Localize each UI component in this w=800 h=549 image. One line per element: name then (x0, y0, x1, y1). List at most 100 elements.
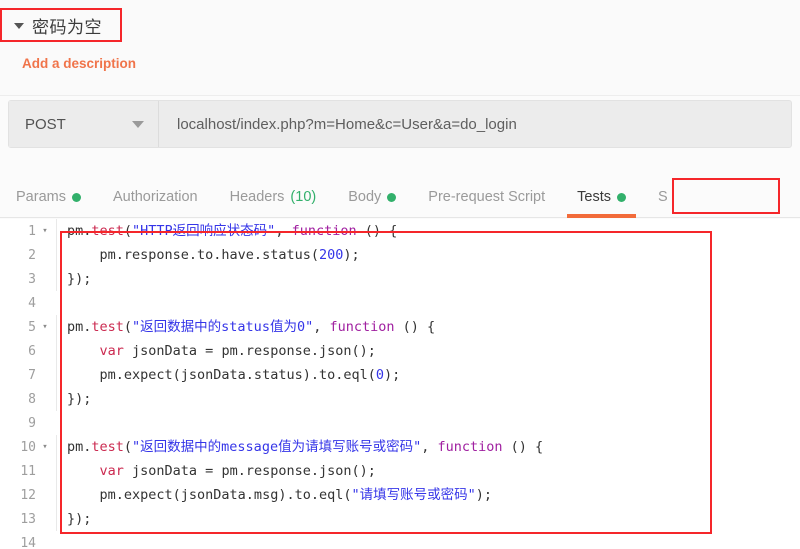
code-text: pm.expect(jsonData.msg).to.eql("请填写账号或密码… (56, 483, 800, 507)
tab-label: Body (348, 189, 382, 205)
code-token: jsonData = pm.response.json(); (123, 463, 376, 479)
line-number: 12 (20, 487, 36, 503)
modified-dot-icon (387, 192, 397, 202)
code-token: var (99, 463, 124, 479)
request-header: 密码为空 Add a description (0, 0, 800, 96)
code-token: () { (356, 223, 398, 239)
code-text: var jsonData = pm.response.json(); (56, 459, 800, 483)
code-token: ); (384, 367, 401, 383)
line-number: 2 (28, 247, 36, 263)
code-line[interactable]: 3}); (0, 267, 800, 291)
request-title-row[interactable]: 密码为空 (0, 8, 102, 42)
tab-params[interactable]: Params (0, 177, 97, 217)
chevron-down-icon (132, 120, 144, 128)
code-token: pm. (67, 223, 92, 239)
code-line[interactable]: 14 (0, 531, 800, 549)
code-text: pm.response.to.have.status(200); (56, 243, 800, 267)
code-token: pm. (67, 439, 92, 455)
code-token: }); (67, 511, 92, 527)
header-count-badge: (10) (290, 189, 317, 205)
tests-script-editor[interactable]: 1 ▾ pm.test("HTTP返回响应状态码", function () {2 … (0, 219, 800, 549)
code-line[interactable]: 9 (0, 411, 800, 435)
add-description-link[interactable]: Add a description (22, 56, 136, 71)
code-token: ); (343, 247, 360, 263)
code-token: }); (67, 391, 92, 407)
line-number: 6 (28, 343, 36, 359)
tab-tests[interactable]: Tests (561, 177, 642, 218)
code-text: }); (56, 387, 800, 411)
code-token: test (91, 319, 124, 335)
code-text: }); (56, 507, 800, 531)
code-line[interactable]: 6 var jsonData = pm.response.json(); (0, 339, 800, 363)
tab-label: Tests (577, 189, 611, 205)
fold-arrow-icon[interactable]: ▾ (40, 219, 50, 243)
code-token: 200 (318, 247, 344, 263)
code-line[interactable]: 8}); (0, 387, 800, 411)
code-token: , (275, 223, 292, 239)
tab-label: S (657, 189, 668, 205)
code-token: "返回数据中的message值为请填写账号或密码" (132, 439, 422, 455)
url-bar: POST localhost/index.php?m=Home&c=User&a… (8, 100, 792, 148)
line-number: 4 (28, 295, 36, 311)
modified-dot-icon (71, 192, 81, 202)
code-token: () { (502, 439, 544, 455)
code-token: "请填写账号或密码" (351, 487, 476, 503)
code-text: pm.test("HTTP返回响应状态码", function () { (56, 219, 800, 243)
code-line[interactable]: 12 pm.expect(jsonData.msg).to.eql("请填写账号… (0, 483, 800, 507)
code-token: function (437, 439, 503, 455)
code-token: , (313, 319, 330, 335)
tab-authorization[interactable]: Authorization (97, 177, 214, 217)
line-number: 9 (28, 415, 36, 431)
code-token: "返回数据中的status值为0" (132, 319, 314, 335)
code-line[interactable]: 2 pm.response.to.have.status(200); (0, 243, 800, 267)
http-method-select[interactable]: POST (9, 101, 159, 147)
code-text: var jsonData = pm.response.json(); (56, 339, 800, 363)
line-number: 5 ▾ (0, 315, 56, 339)
tab-pre-request-script[interactable]: Pre-request Script (412, 177, 561, 217)
fold-arrow-icon[interactable]: ▾ (40, 315, 50, 339)
tab-body[interactable]: Body (332, 177, 412, 217)
code-line[interactable]: 11 var jsonData = pm.response.json(); (0, 459, 800, 483)
tab-label: Authorization (112, 189, 198, 205)
tab-headers[interactable]: Headers (10) (214, 177, 333, 217)
code-token: test (91, 439, 124, 455)
code-token: ( (123, 223, 133, 239)
tab-label: Params (16, 189, 66, 205)
request-tab-bar: Params Authorization Headers (10) Body Pre-re… (0, 176, 800, 218)
line-number: 13 (20, 511, 36, 527)
code-line[interactable]: 1 ▾ pm.test("HTTP返回响应状态码", function () { (0, 219, 800, 243)
code-line[interactable]: 7 pm.expect(jsonData.status).to.eql(0); (0, 363, 800, 387)
code-token: function (291, 223, 357, 239)
code-token: ( (123, 439, 133, 455)
code-token: ); (475, 487, 493, 503)
code-text: }); (56, 267, 800, 291)
code-token: pm.response.to.have.status( (67, 247, 319, 263)
line-number: 14 (20, 535, 36, 549)
code-text: pm.expect(jsonData.status).to.eql(0); (56, 363, 800, 387)
code-token: test (91, 223, 124, 239)
code-text: pm.test("返回数据中的status值为0", function () { (56, 315, 800, 339)
fold-arrow-icon[interactable]: ▾ (40, 435, 50, 459)
tab-s[interactable]: S (642, 177, 684, 217)
caret-down-icon[interactable] (14, 23, 24, 29)
code-token: pm.expect(jsonData.msg).to.eql( (67, 487, 352, 503)
code-text: pm.test("返回数据中的message值为请填写账号或密码", funct… (56, 435, 800, 459)
page-title: 密码为空 (32, 17, 102, 38)
line-number: 7 (28, 367, 36, 383)
code-token: ( (123, 319, 133, 335)
code-token: }); (67, 271, 92, 287)
code-line[interactable]: 13}); (0, 507, 800, 531)
code-line[interactable]: 10 ▾ pm.test("返回数据中的message值为请填写账号或密码", fu… (0, 435, 800, 459)
request-url-input[interactable]: localhost/index.php?m=Home&c=User&a=do_l… (159, 101, 791, 147)
line-number: 1 ▾ (0, 219, 56, 243)
code-token: var (99, 343, 124, 359)
modified-dot-icon (616, 192, 626, 202)
http-method-label: POST (25, 115, 66, 133)
code-token: , (421, 439, 438, 455)
code-line[interactable]: 5 ▾ pm.test("返回数据中的status值为0", function ()… (0, 315, 800, 339)
line-number: 11 (20, 463, 36, 479)
code-token: jsonData = pm.response.json(); (123, 343, 376, 359)
code-line[interactable]: 4 (0, 291, 800, 315)
